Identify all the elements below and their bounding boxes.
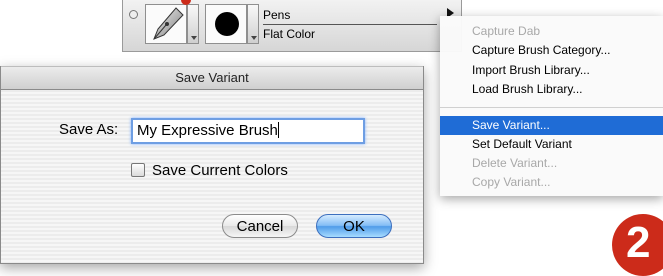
variant-dropdown-button[interactable] <box>247 4 259 44</box>
category-dropdown-button[interactable] <box>187 4 199 44</box>
menu-item-capture-brush-category[interactable]: Capture Brush Category... <box>440 41 663 60</box>
save-current-colors-label[interactable]: Save Current Colors <box>152 162 288 179</box>
chevron-down-icon <box>191 36 197 40</box>
menu-item-import-brush-library[interactable]: Import Brush Library... <box>440 61 663 80</box>
variant-name-input[interactable]: My Expressive Brush <box>131 118 365 144</box>
menu-item-set-default-variant[interactable]: Set Default Variant <box>440 135 663 154</box>
ok-button[interactable]: OK <box>316 214 392 238</box>
save-as-label: Save As: <box>59 121 119 138</box>
cancel-button[interactable]: Cancel <box>222 214 298 238</box>
save-current-colors-checkbox[interactable] <box>131 163 145 177</box>
chevron-down-icon <box>251 36 257 40</box>
menu-item-save-variant[interactable]: Save Variant... <box>440 116 663 135</box>
brush-names: Pens Flat Color <box>263 6 437 44</box>
brush-variant-name[interactable]: Flat Color <box>263 25 437 43</box>
menu-item-copy-variant[interactable]: Copy Variant... <box>440 173 663 192</box>
menu-item-capture-dab[interactable]: Capture Dab <box>440 22 663 41</box>
brush-category-name[interactable]: Pens <box>263 6 437 24</box>
step-number-badge: 2 <box>612 214 663 276</box>
brush-variant-well[interactable] <box>205 4 247 44</box>
brush-menu: Capture Dab Capture Brush Category... Im… <box>440 16 663 196</box>
save-variant-dialog: Save Variant Save As: My Expressive Brus… <box>0 66 424 264</box>
menu-item-delete-variant[interactable]: Delete Variant... <box>440 154 663 173</box>
pen-nib-icon <box>153 7 184 40</box>
menu-separator <box>440 107 663 108</box>
brush-selector-bar: Pens Flat Color <box>122 0 462 52</box>
brush-category-well[interactable] <box>145 4 187 44</box>
variant-name-value: My Expressive Brush <box>137 122 278 139</box>
dialog-title: Save Variant <box>1 66 423 90</box>
menu-item-load-brush-library[interactable]: Load Brush Library... <box>440 80 663 99</box>
text-caret <box>277 122 279 138</box>
brush-dab-icon <box>215 12 239 36</box>
collapse-dot-icon[interactable] <box>129 10 138 19</box>
